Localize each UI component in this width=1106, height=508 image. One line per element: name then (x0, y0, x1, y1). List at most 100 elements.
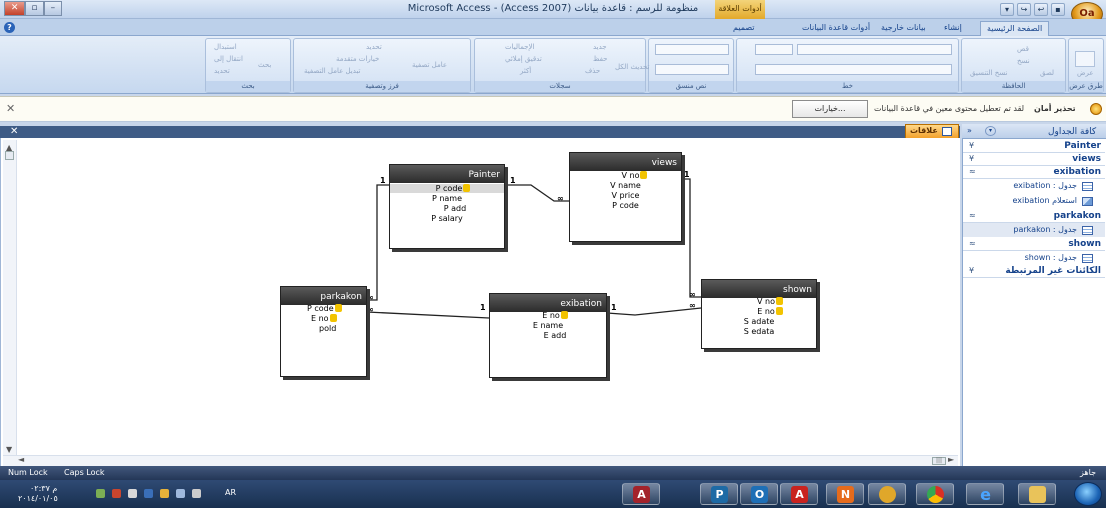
taskbar-explorer-button[interactable] (1018, 483, 1056, 505)
rel-many-label: ∞ (689, 290, 696, 299)
table-field[interactable]: P name (390, 194, 504, 203)
relation-painter-parkakon (367, 184, 389, 301)
table-title[interactable]: exibation (490, 294, 606, 312)
nav-dropdown-icon[interactable]: ▾ (985, 126, 996, 136)
expand-icon: ¥ (969, 154, 975, 163)
ready-status: جاهز (1080, 468, 1097, 477)
taskbar-ie-button[interactable]: e (966, 483, 1004, 505)
primary-key-icon (463, 184, 471, 192)
table-field[interactable]: pold (319, 324, 336, 333)
language-indicator[interactable]: AR (225, 488, 236, 497)
clock-time[interactable]: م ٠٢:٣٧ (30, 484, 57, 493)
table-exibation[interactable]: exibation E no E name E add (489, 293, 607, 378)
table-field[interactable]: P salary (390, 214, 504, 223)
table-icon (1082, 226, 1093, 235)
table-icon (1082, 182, 1093, 191)
table-views[interactable]: views V no V name V price P code (569, 152, 682, 242)
access-icon: A (633, 486, 650, 503)
table-title[interactable]: parkakon (281, 287, 366, 305)
table-field[interactable]: V name (570, 181, 681, 190)
table-field[interactable]: S adate (702, 317, 816, 326)
rel-one-label: 1 (611, 303, 617, 312)
rel-one-label: 1 (510, 176, 516, 185)
table-field[interactable]: E no (702, 307, 816, 316)
table-field[interactable]: P code (307, 304, 342, 313)
expand-icon: ¥ (969, 266, 975, 275)
folder-icon (1029, 486, 1046, 503)
publisher-icon: P (711, 486, 728, 503)
relation-views-shown (682, 178, 701, 298)
table-field[interactable]: P code (390, 184, 504, 193)
primary-key-icon (775, 307, 783, 315)
taskbar-publisher-button[interactable]: P (700, 483, 738, 505)
table-title[interactable]: views (570, 153, 681, 171)
taskbar-winamp-button[interactable] (868, 483, 906, 505)
primary-key-icon (640, 171, 648, 179)
rel-many-label: ∞ (367, 305, 374, 314)
antivirus-icon[interactable] (112, 489, 121, 498)
table-field[interactable]: E add (490, 331, 606, 340)
ie-icon: e (980, 485, 991, 504)
flag-icon[interactable] (176, 489, 185, 498)
nav-group-exibation[interactable]: ≈ exibation (963, 166, 1105, 179)
winamp-icon (879, 486, 896, 503)
table-painter[interactable]: Painter P code P name P add P salary (389, 164, 505, 249)
volume-icon[interactable] (128, 489, 137, 498)
rel-one-label: 1 (684, 170, 690, 179)
nav-group-painter[interactable]: ¥ Painter (963, 140, 1105, 153)
rel-many-label: ∞ (367, 293, 374, 302)
nav-group-shown[interactable]: ≈ shown (963, 238, 1105, 251)
table-shown[interactable]: shown V no E no S adate S edata (701, 279, 817, 349)
table-field[interactable]: P code (570, 201, 681, 210)
collapse-icon: ≈ (969, 167, 976, 176)
power-icon[interactable] (160, 489, 169, 498)
start-button[interactable] (1074, 482, 1102, 506)
num-lock-indicator: Num Lock (8, 468, 48, 477)
nav-pane-title[interactable]: كافة الجداول (1048, 127, 1096, 137)
chrome-icon (927, 486, 944, 503)
table-title[interactable]: Painter (390, 165, 504, 183)
taskbar-outlook-button[interactable]: O (740, 483, 778, 505)
relation-exibation-parkakon (366, 311, 490, 319)
primary-key-icon (560, 311, 568, 319)
nav-group-unrelated[interactable]: ¥ الكائنات غير المرتبطة (963, 265, 1105, 278)
collapse-pane-icon[interactable]: » (967, 126, 972, 135)
query-icon (1082, 197, 1093, 206)
collapse-icon: ≈ (969, 211, 976, 220)
nav-group-views[interactable]: ¥ views (963, 153, 1105, 166)
status-bar (0, 466, 1106, 480)
taskbar-access-button[interactable]: A (622, 483, 660, 505)
relationship-lines (366, 178, 702, 319)
bluetooth-icon[interactable] (144, 489, 153, 498)
table-field[interactable]: V price (570, 191, 681, 200)
taskbar-acrobat-button[interactable]: A (780, 483, 818, 505)
nav-group-parkakon[interactable]: ≈ parkakon (963, 210, 1105, 223)
primary-key-icon (334, 304, 342, 312)
rel-one-label: 1 (380, 176, 386, 185)
rel-many-label: ∞ (689, 301, 696, 310)
primary-key-icon (329, 314, 337, 322)
show-hidden-icons-icon[interactable] (192, 489, 201, 498)
table-parkakon[interactable]: parkakon P code E no pold (280, 286, 367, 377)
table-field[interactable]: E name (490, 321, 606, 330)
table-field[interactable]: V no (570, 171, 681, 180)
taskbar-chrome-button[interactable] (916, 483, 954, 505)
nav-item-shown-table[interactable]: shown : جدول (963, 251, 1105, 265)
nav-item-parkakon-table[interactable]: parkakon : جدول (963, 223, 1105, 237)
nav-item-exibation-table[interactable]: exibation : جدول (963, 179, 1105, 193)
table-field[interactable]: S edata (702, 327, 816, 336)
caps-lock-indicator: Caps Lock (64, 468, 105, 477)
table-field[interactable]: V no (702, 297, 816, 306)
table-title[interactable]: shown (702, 280, 816, 298)
primary-key-icon (775, 297, 783, 305)
table-icon (1082, 254, 1093, 263)
expand-icon: ¥ (969, 141, 975, 150)
table-field[interactable]: E no (311, 314, 337, 323)
clock-date[interactable]: ٢٠١٤/٠١/٠٥ (18, 494, 58, 503)
table-field[interactable]: P add (390, 204, 504, 213)
relation-exibation-shown (606, 307, 702, 316)
network-icon[interactable] (96, 489, 105, 498)
nav-item-exibation-query[interactable]: exibation استعلام (963, 194, 1105, 208)
taskbar-onenote-button[interactable]: N (826, 483, 864, 505)
table-field[interactable]: E no (490, 311, 606, 320)
